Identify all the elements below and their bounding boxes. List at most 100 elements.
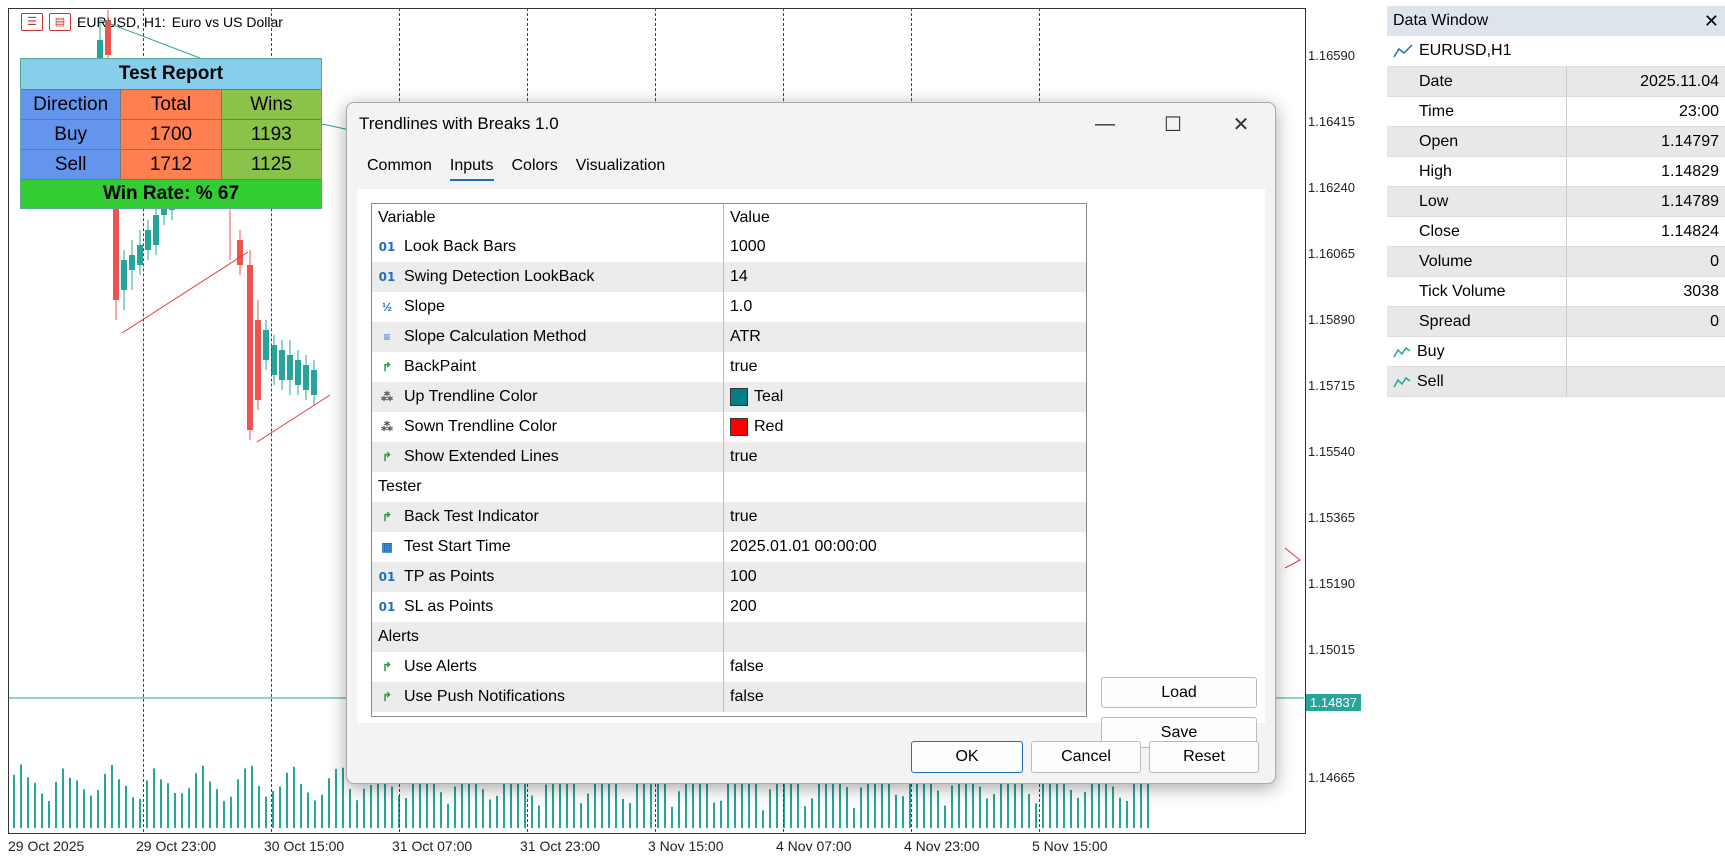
color-icon: ⁂ bbox=[381, 420, 393, 434]
input-variable: SL as Points bbox=[404, 598, 494, 615]
series-row: Sell bbox=[1387, 367, 1725, 397]
total-cell: 1712 bbox=[121, 150, 222, 179]
data-value: 3038 bbox=[1567, 277, 1725, 307]
data-row: Close 1.14824 bbox=[1387, 217, 1725, 247]
variable-header: Variable bbox=[372, 204, 724, 232]
minimize-icon[interactable]: — bbox=[1071, 103, 1139, 145]
maximize-icon[interactable]: ☐ bbox=[1139, 103, 1207, 145]
cancel-button[interactable]: Cancel bbox=[1031, 741, 1141, 773]
input-value[interactable]: 1.0 bbox=[730, 298, 752, 316]
time-label: 4 Nov 07:00 bbox=[776, 838, 852, 854]
test-report-header-row: Direction Total Wins bbox=[21, 90, 321, 120]
input-value[interactable]: true bbox=[730, 358, 758, 376]
bool-icon: ↱ bbox=[381, 450, 393, 464]
input-value[interactable]: 200 bbox=[730, 598, 757, 616]
tab-visualization[interactable]: Visualization bbox=[576, 157, 666, 181]
input-value[interactable]: 14 bbox=[730, 268, 748, 286]
data-value: 1.14824 bbox=[1567, 217, 1725, 247]
data-label: Volume bbox=[1387, 247, 1567, 277]
test-report-title: Test Report bbox=[21, 59, 321, 90]
input-row[interactable]: ↱ Show Extended Lines true bbox=[372, 442, 1086, 472]
input-value[interactable]: ATR bbox=[730, 328, 761, 346]
int-icon: 01 bbox=[378, 240, 396, 254]
input-value[interactable]: 100 bbox=[730, 568, 757, 586]
series-label: Buy bbox=[1417, 342, 1445, 360]
tab-inputs[interactable]: Inputs bbox=[449, 157, 494, 181]
inputs-grid: Variable Value 01 Look Back Bars 1000 01 Swi… bbox=[371, 203, 1087, 717]
input-row[interactable]: ½ Slope 1.0 bbox=[372, 292, 1086, 322]
input-row[interactable]: ↱ Back Test Indicator true bbox=[372, 502, 1086, 532]
close-icon[interactable]: ✕ bbox=[1207, 103, 1275, 145]
data-label: Low bbox=[1387, 187, 1567, 217]
price-scale[interactable]: 1.14837 1.16590 1.16415 1.16240 1.16065 1.15… bbox=[1304, 8, 1376, 832]
price-label: 1.16240 bbox=[1308, 180, 1355, 195]
series-row: Buy bbox=[1387, 337, 1725, 367]
trendline bbox=[256, 394, 331, 443]
data-value: 2025.11.04 bbox=[1567, 67, 1725, 97]
input-value[interactable]: Red bbox=[754, 418, 783, 436]
input-value[interactable]: 1000 bbox=[730, 238, 766, 256]
direction-cell: Buy bbox=[21, 120, 122, 149]
data-window-titlebar[interactable]: Data Window ✕ bbox=[1387, 6, 1725, 36]
candle-body bbox=[295, 360, 301, 385]
input-row[interactable]: ↱ Use Alerts false bbox=[372, 652, 1086, 682]
data-window-symbol: EURUSD,H1 bbox=[1387, 36, 1725, 67]
input-row[interactable]: Tester bbox=[372, 472, 1086, 502]
input-value[interactable]: true bbox=[730, 508, 758, 526]
wins-cell: 1125 bbox=[221, 150, 321, 179]
input-variable: Slope Calculation Method bbox=[404, 328, 587, 345]
input-value[interactable]: false bbox=[730, 688, 764, 706]
input-variable: Back Test Indicator bbox=[404, 508, 539, 525]
input-row[interactable]: 01 Swing Detection LookBack 14 bbox=[372, 262, 1086, 292]
input-row[interactable]: ⁂ Sown Trendline Color Red bbox=[372, 412, 1086, 442]
close-icon[interactable]: ✕ bbox=[1704, 11, 1719, 32]
input-row[interactable]: ⁂ Up Trendline Color Teal bbox=[372, 382, 1086, 412]
dialog-titlebar[interactable]: Trendlines with Breaks 1.0 — ☐ ✕ bbox=[347, 103, 1275, 145]
ok-button[interactable]: OK bbox=[911, 741, 1023, 773]
input-variable: Look Back Bars bbox=[404, 238, 517, 255]
input-row[interactable]: ▦ Test Start Time 2025.01.01 00:00:00 bbox=[372, 532, 1086, 562]
input-row[interactable]: ↱ Use Push Notifications false bbox=[372, 682, 1086, 712]
data-window-symbol-label: EURUSD,H1 bbox=[1419, 42, 1512, 59]
dialog-tabs: Common Inputs Colors Visualization bbox=[367, 157, 665, 181]
input-row[interactable]: 01 Look Back Bars 1000 bbox=[372, 232, 1086, 262]
input-value[interactable]: true bbox=[730, 448, 758, 466]
reset-button[interactable]: Reset bbox=[1149, 741, 1259, 773]
load-button[interactable]: Load bbox=[1101, 677, 1257, 708]
color-swatch bbox=[730, 418, 748, 436]
input-variable: BackPaint bbox=[404, 358, 477, 375]
data-row: Low 1.14789 bbox=[1387, 187, 1725, 217]
time-label: 4 Nov 23:00 bbox=[904, 838, 980, 854]
input-row[interactable]: ≡ Slope Calculation Method ATR bbox=[372, 322, 1086, 352]
input-row[interactable]: Alerts bbox=[372, 622, 1086, 652]
input-value[interactable]: Teal bbox=[754, 388, 783, 406]
input-value[interactable]: 2025.01.01 00:00:00 bbox=[730, 538, 877, 556]
input-row[interactable]: ↱ BackPaint true bbox=[372, 352, 1086, 382]
input-row[interactable]: 01 TP as Points 100 bbox=[372, 562, 1086, 592]
input-variable: Sown Trendline Color bbox=[404, 418, 557, 435]
input-value[interactable]: false bbox=[730, 658, 764, 676]
input-row[interactable]: 01 SL as Points 200 bbox=[372, 592, 1086, 622]
input-variable: Tester bbox=[378, 478, 422, 495]
time-label: 29 Oct 23:00 bbox=[136, 838, 217, 854]
input-variable: Test Start Time bbox=[404, 538, 511, 555]
win-rate: Win Rate: % 67 bbox=[21, 180, 321, 208]
header-direction: Direction bbox=[21, 90, 122, 119]
data-label: Time bbox=[1387, 97, 1567, 127]
candle-body bbox=[263, 330, 269, 360]
tab-colors[interactable]: Colors bbox=[512, 157, 558, 181]
time-axis[interactable]: 29 Oct 2025 29 Oct 23:00 30 Oct 15:00 31 Oc… bbox=[8, 832, 1304, 859]
candle-body bbox=[303, 365, 309, 390]
double-icon: ½ bbox=[381, 300, 392, 314]
data-value: 0 bbox=[1567, 307, 1725, 337]
price-label: 1.15015 bbox=[1308, 642, 1355, 657]
test-report-row-sell: Sell 1712 1125 bbox=[21, 150, 321, 180]
data-row: Tick Volume 3038 bbox=[1387, 277, 1725, 307]
data-value: 1.14797 bbox=[1567, 127, 1725, 157]
color-icon: ⁂ bbox=[381, 390, 393, 404]
input-variable: Use Push Notifications bbox=[404, 688, 565, 705]
candle-body bbox=[311, 370, 317, 395]
tab-common[interactable]: Common bbox=[367, 157, 432, 181]
color-swatch bbox=[730, 388, 748, 406]
data-row: Spread 0 bbox=[1387, 307, 1725, 337]
